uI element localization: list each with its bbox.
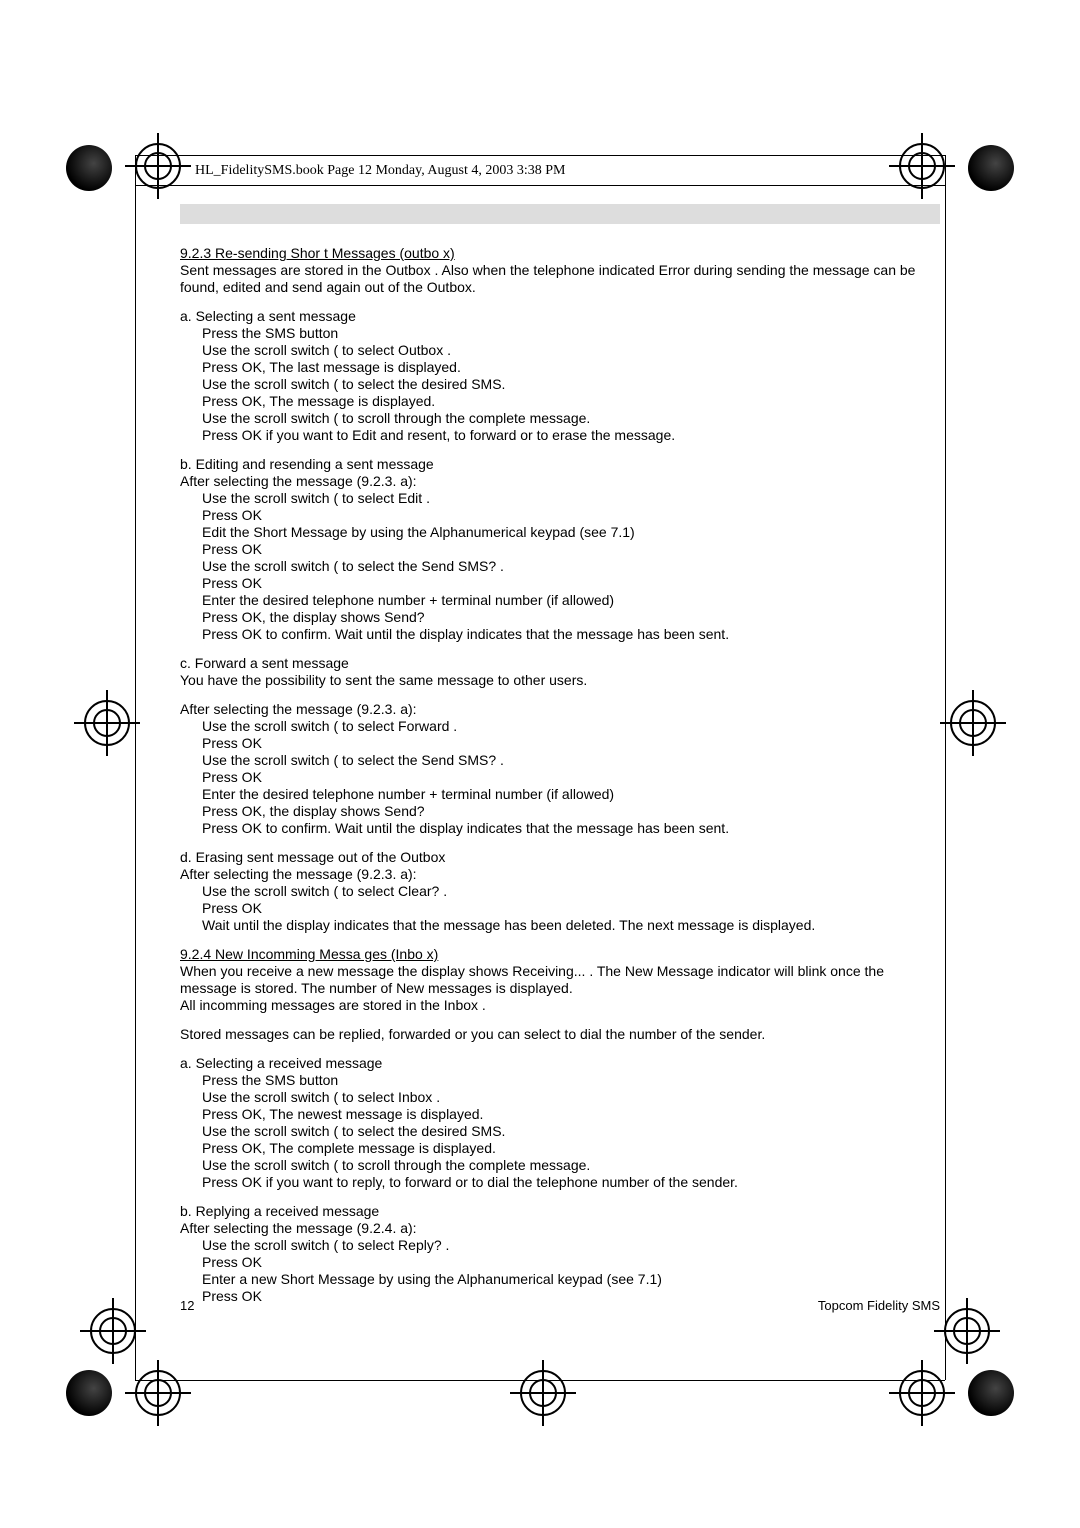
content-area: 9.2.3 Re-sending Shor t Messages (outbo … [180, 245, 940, 1305]
step: Edit the Short Message by using the Alph… [202, 524, 940, 541]
step: Use the scroll switch ( to select Inbox … [202, 1089, 940, 1106]
text: After selecting the message (9.2.3. a): [180, 866, 940, 883]
step: Press OK to confirm. Wait until the disp… [202, 626, 940, 643]
step: Use the scroll switch ( to select Reply?… [202, 1237, 940, 1254]
text: You have the possibility to sent the sam… [180, 672, 940, 689]
step: Use the scroll switch ( to scroll throug… [202, 1157, 940, 1174]
page-number: 12 [180, 1298, 194, 1313]
emblem-icon [968, 1370, 1014, 1416]
crop-rule [135, 155, 945, 156]
text: Stored messages can be replied, forwarde… [180, 1026, 940, 1043]
step: Press OK, The complete message is displa… [202, 1140, 940, 1157]
footer: 12 Topcom Fidelity SMS [180, 1298, 940, 1313]
step: Press OK, The last message is displayed. [202, 359, 940, 376]
text: When you receive a new message the displ… [180, 963, 940, 997]
step: Enter a new Short Message by using the A… [202, 1271, 940, 1288]
step: Enter the desired telephone number + ter… [202, 786, 940, 803]
heading-a: a. Selecting a received message [180, 1055, 940, 1072]
crop-rule [135, 185, 945, 186]
registration-mark-icon [944, 1308, 990, 1354]
step: Use the scroll switch ( to select the de… [202, 1123, 940, 1140]
step: Wait until the display indicates that th… [202, 917, 940, 934]
step: Press OK [202, 769, 940, 786]
step: Use the scroll switch ( to select Clear?… [202, 883, 940, 900]
brand: Topcom Fidelity SMS [818, 1298, 940, 1313]
emblem-icon [968, 145, 1014, 191]
heading-d: d. Erasing sent message out of the Outbo… [180, 849, 940, 866]
registration-mark-icon [135, 1370, 181, 1416]
step: Press OK [202, 575, 940, 592]
text: Sent messages are stored in the Outbox .… [180, 262, 940, 296]
section-bar [180, 204, 940, 224]
heading-9-2-4: 9.2.4 New Incomming Messa ges (Inbo x) [180, 946, 940, 963]
heading-a: a. Selecting a sent message [180, 308, 940, 325]
registration-mark-icon [135, 143, 181, 189]
step: Use the scroll switch ( to select the de… [202, 376, 940, 393]
crop-rule [945, 155, 946, 1380]
step: Use the scroll switch ( to select Edit . [202, 490, 940, 507]
registration-mark-icon [899, 143, 945, 189]
step: Press OK [202, 541, 940, 558]
crop-rule [135, 155, 136, 1380]
step: Enter the desired telephone number + ter… [202, 592, 940, 609]
step: Press OK [202, 507, 940, 524]
step: Use the scroll switch ( to select Outbox… [202, 342, 940, 359]
heading-c: c. Forward a sent message [180, 655, 940, 672]
step: Press the SMS button [202, 1072, 940, 1089]
step: Press OK [202, 735, 940, 752]
text: After selecting the message (9.2.3. a): [180, 473, 940, 490]
step: Press OK, The newest message is displaye… [202, 1106, 940, 1123]
heading-b: b. Editing and resending a sent message [180, 456, 940, 473]
registration-mark-icon [899, 1370, 945, 1416]
step: Press OK [202, 1254, 940, 1271]
frame-header: HL_FidelitySMS.book Page 12 Monday, Augu… [195, 163, 566, 179]
heading-9-2-3: 9.2.3 Re-sending Shor t Messages (outbo … [180, 245, 940, 262]
step: Press OK to confirm. Wait until the disp… [202, 820, 940, 837]
step: Press OK if you want to reply, to forwar… [202, 1174, 940, 1191]
step: Use the scroll switch ( to select the Se… [202, 752, 940, 769]
registration-mark-icon [84, 700, 130, 746]
step: Press OK, the display shows Send? [202, 803, 940, 820]
step: Press OK, The message is displayed. [202, 393, 940, 410]
page: HL_FidelitySMS.book Page 12 Monday, Augu… [0, 0, 1080, 1528]
registration-mark-icon [950, 700, 996, 746]
text: All incomming messages are stored in the… [180, 997, 940, 1014]
emblem-icon [66, 1370, 112, 1416]
text: After selecting the message (9.2.3. a): [180, 701, 940, 718]
step: Press the SMS button [202, 325, 940, 342]
step: Use the scroll switch ( to select the Se… [202, 558, 940, 575]
step: Press OK [202, 900, 940, 917]
emblem-icon [66, 145, 112, 191]
step: Press OK, the display shows Send? [202, 609, 940, 626]
text: After selecting the message (9.2.4. a): [180, 1220, 940, 1237]
registration-mark-icon [90, 1308, 136, 1354]
heading-b: b. Replying a received message [180, 1203, 940, 1220]
step: Press OK if you want to Edit and resent,… [202, 427, 940, 444]
registration-mark-icon [520, 1370, 566, 1416]
step: Use the scroll switch ( to scroll throug… [202, 410, 940, 427]
step: Use the scroll switch ( to select Forwar… [202, 718, 940, 735]
